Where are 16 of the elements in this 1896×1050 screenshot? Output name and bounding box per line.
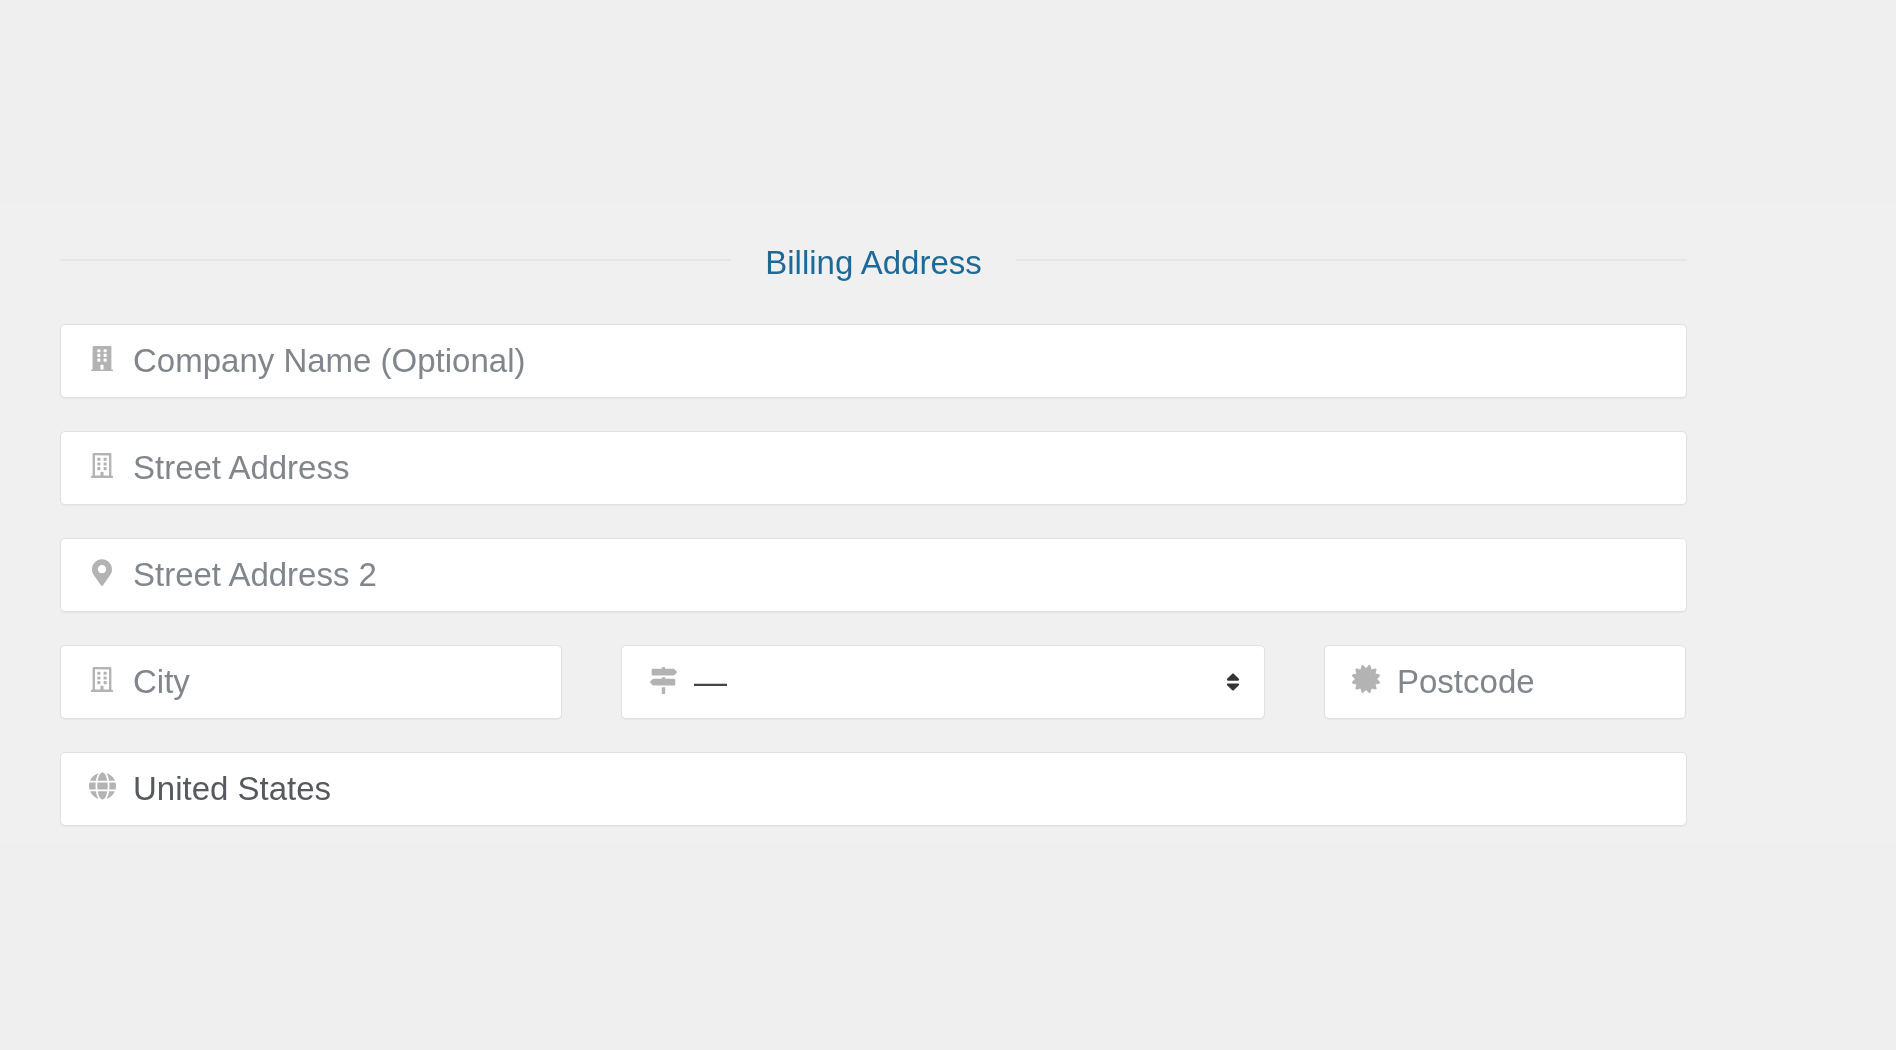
building-icon xyxy=(91,345,113,371)
building-outline-icon xyxy=(91,666,113,692)
street-line-field[interactable]: Street Address 2 xyxy=(60,538,1687,612)
sort-arrows-icon xyxy=(1226,671,1240,693)
street-field[interactable]: Street Address xyxy=(60,431,1687,505)
section-title: Billing Address xyxy=(765,243,982,283)
starburst-icon xyxy=(1352,665,1380,693)
country-field[interactable]: United States xyxy=(60,752,1687,826)
state-select[interactable]: — xyxy=(621,645,1265,719)
signpost-icon xyxy=(649,667,677,694)
map-pin-icon xyxy=(92,558,112,586)
postcode-field[interactable]: Postcode xyxy=(1324,645,1686,719)
city-field[interactable]: City xyxy=(60,645,562,719)
globe-icon xyxy=(88,772,116,800)
building-outline-icon xyxy=(91,452,113,478)
company-field[interactable]: Company Name (Optional) xyxy=(60,324,1687,398)
